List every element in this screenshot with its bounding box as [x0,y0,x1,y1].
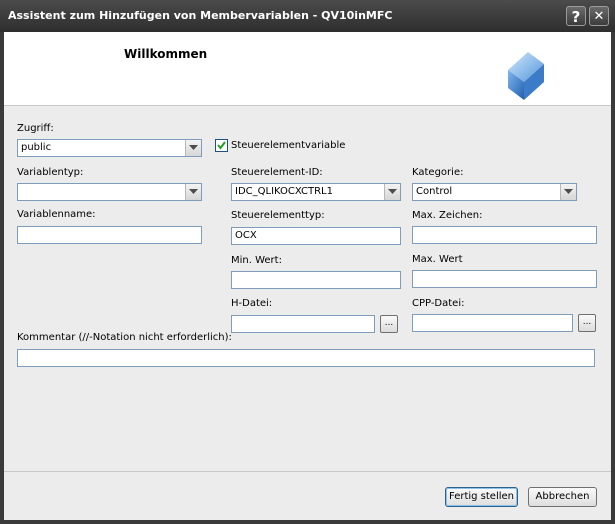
dialog-client: Willkommen Zugriff: public Steuerelement… [4,32,611,520]
wizard-header: Willkommen [4,32,611,106]
category-label: Kategorie: [412,167,464,178]
finish-button[interactable]: Fertig stellen [445,487,518,507]
access-combobox[interactable]: public [17,139,202,157]
cancel-button[interactable]: Abbrechen [528,487,597,507]
access-label: Zugriff: [17,123,54,134]
help-button[interactable]: ? [566,6,586,26]
title-bar[interactable]: Assistent zum Hinzufügen von Membervaria… [0,0,615,32]
control-variable-label: Steuerelementvariable [231,140,346,151]
chevron-down-icon[interactable] [185,184,201,200]
min-value-label: Min. Wert: [231,255,282,266]
variable-type-combobox[interactable] [17,183,202,201]
chevron-down-icon[interactable] [384,184,400,200]
close-button[interactable]: ✕ [589,6,609,26]
comment-input[interactable] [17,349,595,367]
checkmark-icon [217,141,226,150]
footer-divider [4,471,611,472]
max-value-label: Max. Wert [412,254,463,265]
control-id-combobox[interactable]: IDC_QLIKOCXCTRL1 [231,183,401,201]
chevron-down-icon[interactable] [560,184,576,200]
page-title: Willkommen [124,47,208,61]
comment-label: Kommentar (//-Notation nicht erforderlic… [17,332,232,343]
chevron-down-icon[interactable] [185,140,201,156]
category-value: Control [416,186,453,197]
max-chars-input[interactable] [412,226,597,244]
window-title: Assistent zum Hinzufügen von Membervaria… [8,9,393,22]
cpp-file-browse-button[interactable]: ... [578,314,596,332]
variable-name-label: Variablenname: [17,209,96,220]
max-value-input[interactable] [412,270,597,288]
control-variable-checkbox[interactable] [215,139,228,152]
cpp-file-label: CPP-Datei: [412,298,465,309]
category-combobox[interactable]: Control [412,183,577,201]
h-file-input[interactable] [231,315,375,333]
max-chars-label: Max. Zeichen: [412,210,483,221]
dialog-window: Assistent zum Hinzufügen von Membervaria… [0,0,615,524]
cpp-file-input[interactable] [412,314,573,332]
control-id-value: IDC_QLIKOCXCTRL1 [235,186,333,197]
h-file-label: H-Datei: [231,298,273,309]
variable-name-input[interactable] [17,226,202,244]
variable-type-label: Variablentyp: [17,167,84,178]
h-file-browse-button[interactable]: ... [380,315,398,333]
min-value-input[interactable] [231,271,401,289]
cube-icon [508,52,544,100]
control-type-field[interactable]: OCX [231,227,401,245]
control-id-label: Steuerelement-ID: [231,167,323,178]
control-type-label: Steuerelementtyp: [231,210,325,221]
access-value: public [21,142,52,153]
